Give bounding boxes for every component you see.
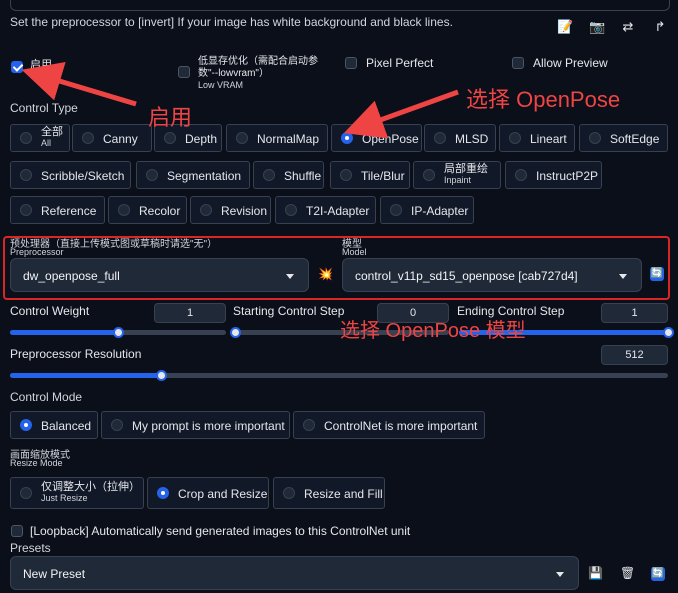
arrow-to-openpose [343,89,459,139]
annotation-select-model: 选择 OpenPose 模型 [340,320,526,342]
annotation-select-openpose: 选择 OpenPose [466,87,621,112]
annotation-enable: 启用 [148,105,193,130]
arrow-to-enable [21,62,137,107]
